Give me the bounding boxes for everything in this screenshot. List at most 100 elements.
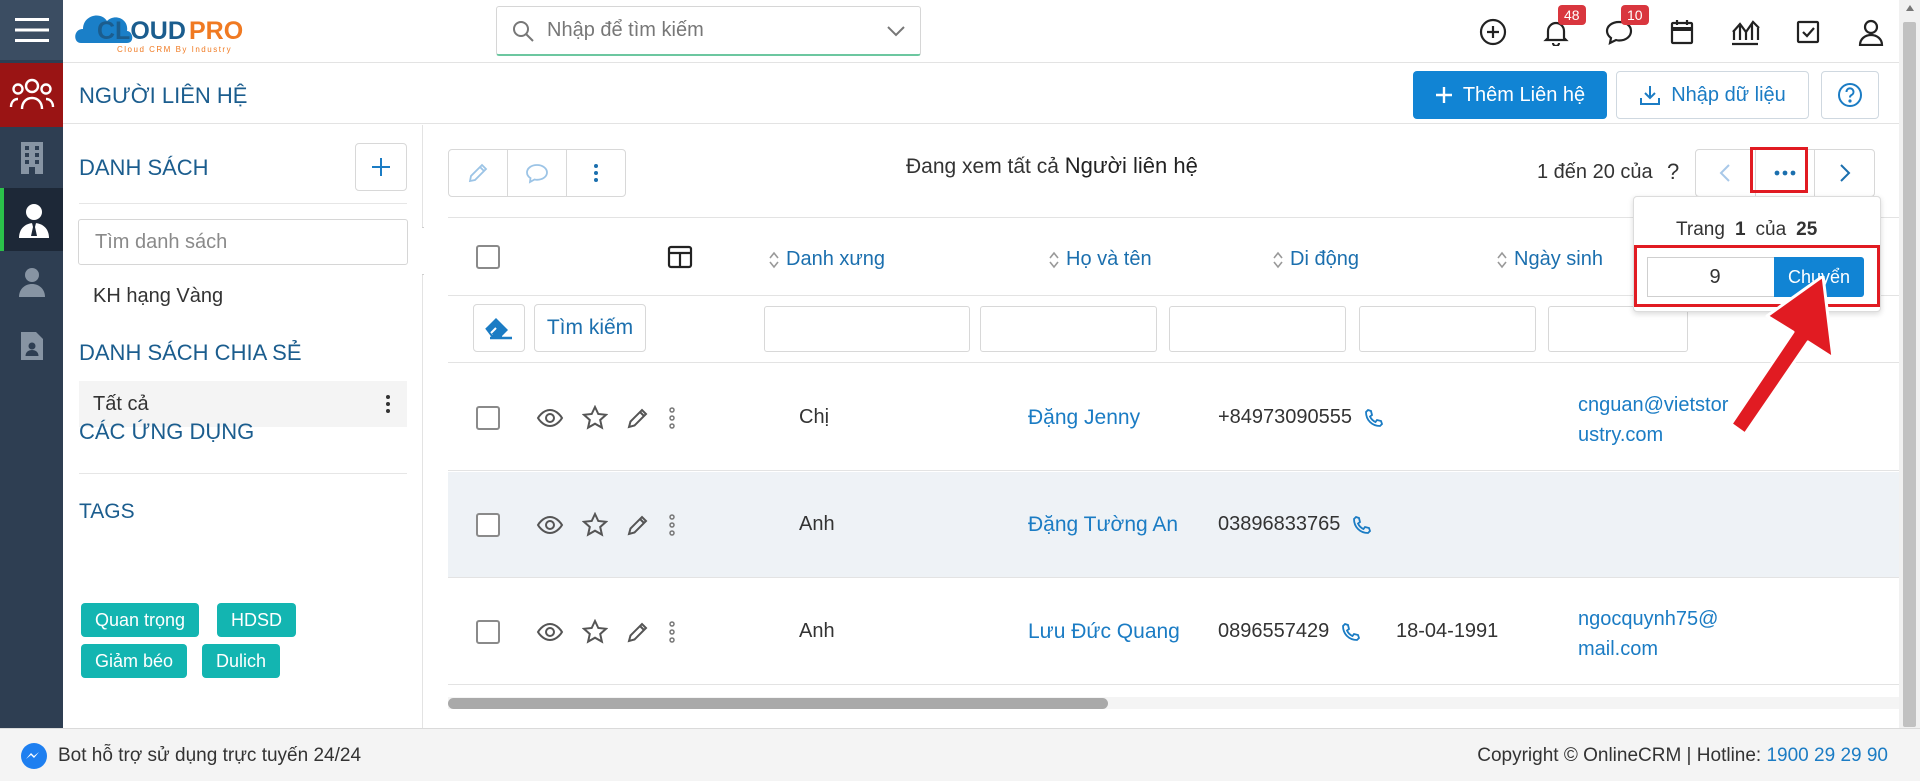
shared-lists-title: DANH SÁCH CHIA SẺ xyxy=(79,340,302,365)
checkbox-icon xyxy=(1796,20,1820,44)
eye-icon[interactable] xyxy=(536,515,564,535)
vertical-scrollbar[interactable] xyxy=(1899,0,1920,728)
mobile-number: 03896833765 xyxy=(1218,513,1341,535)
table-row[interactable]: Anh Lưu Đức Quang 0896557429 18-04-1991 … xyxy=(448,579,1900,685)
import-data-button[interactable]: Nhập dữ liệu xyxy=(1616,71,1809,119)
horizontal-scrollbar-thumb[interactable] xyxy=(448,698,1108,709)
help-button[interactable] xyxy=(1821,71,1879,119)
global-search-input[interactable] xyxy=(547,19,867,42)
plus-icon xyxy=(1435,87,1452,103)
email-line: ustry.com xyxy=(1578,424,1664,446)
rail-contacts-person[interactable] xyxy=(0,188,63,251)
phone-icon[interactable] xyxy=(1341,622,1361,642)
page-total: 25 xyxy=(1796,219,1818,240)
global-search[interactable] xyxy=(496,6,921,56)
cell-salutation: Chị xyxy=(799,406,830,428)
tasks-button[interactable] xyxy=(1790,14,1826,50)
kebab-icon[interactable] xyxy=(668,621,676,643)
cell-fullname[interactable]: Đặng Jenny xyxy=(1028,406,1140,430)
notifications-button[interactable]: 48 xyxy=(1538,5,1586,50)
scroll-up-icon[interactable] xyxy=(1905,4,1915,12)
star-icon[interactable] xyxy=(582,405,608,431)
calendar-button[interactable] xyxy=(1664,14,1700,50)
users-group-icon xyxy=(9,78,54,110)
rail-users[interactable] xyxy=(0,252,63,312)
question-circle-icon xyxy=(1838,83,1862,107)
row-checkbox[interactable] xyxy=(476,620,500,644)
cell-salutation: Anh xyxy=(799,513,835,535)
add-list-button[interactable] xyxy=(355,143,407,191)
rail-contacts[interactable] xyxy=(0,63,63,127)
page-label: Trang xyxy=(1676,219,1725,240)
messages-badge: 10 xyxy=(1621,5,1649,25)
kebab-icon[interactable] xyxy=(385,394,391,414)
copyright: Copyright © OnlineCRM | Hotline: 1900 29… xyxy=(1477,745,1888,767)
cell-email[interactable]: cnguan@vietstor ustry.com xyxy=(1578,390,1728,450)
of-label: của xyxy=(1755,219,1787,240)
shared-list-label: Tất cả xyxy=(93,393,149,415)
page-current: 1 xyxy=(1734,219,1746,240)
document-person-icon xyxy=(20,332,43,360)
row-checkbox[interactable] xyxy=(476,513,500,537)
page-info: Trang 1 của 25 xyxy=(1676,219,1827,241)
rail-organizations[interactable] xyxy=(0,128,63,188)
phone-icon[interactable] xyxy=(1352,515,1372,535)
pointer-arrow-annotation xyxy=(1729,276,1835,436)
plus-icon xyxy=(372,158,390,176)
cell-birthday: 18-04-1991 xyxy=(1396,620,1499,642)
chevron-down-icon[interactable] xyxy=(886,24,906,38)
menu-button[interactable] xyxy=(0,0,63,60)
row-actions xyxy=(536,405,676,431)
building-icon xyxy=(20,142,43,174)
svg-text:CLOUD: CLOUD xyxy=(97,17,186,45)
eye-icon[interactable] xyxy=(536,622,564,642)
chat-bot-link[interactable]: Bot hỗ trợ sử dụng trực tuyến 24/24 xyxy=(20,742,361,770)
star-icon[interactable] xyxy=(582,512,608,538)
quick-create-button[interactable] xyxy=(1475,14,1511,50)
user-profile-button[interactable] xyxy=(1853,14,1889,50)
kebab-icon[interactable] xyxy=(668,407,676,429)
messages-button[interactable]: 10 xyxy=(1601,5,1649,50)
pencil-icon[interactable] xyxy=(626,513,650,537)
copyright-text: Copyright © OnlineCRM | Hotline: xyxy=(1477,745,1767,766)
add-contact-label: Thêm Liên hệ xyxy=(1462,83,1586,106)
tag-giam-beo[interactable]: Giảm béo xyxy=(81,644,188,678)
user-icon xyxy=(1858,19,1884,46)
row-checkbox[interactable] xyxy=(476,406,500,430)
notifications-badge: 48 xyxy=(1558,5,1586,25)
cloudpro-logo[interactable]: CLOUD PRO Cloud CRM By Industry xyxy=(71,3,311,57)
hamburger-icon xyxy=(14,18,49,42)
tag-hdsd[interactable]: HDSD xyxy=(217,603,297,637)
pencil-icon[interactable] xyxy=(626,406,650,430)
phone-icon[interactable] xyxy=(1364,408,1384,428)
star-icon[interactable] xyxy=(582,619,608,645)
mobile-number: 0896557429 xyxy=(1218,620,1330,642)
vertical-scrollbar-thumb[interactable] xyxy=(1903,22,1916,727)
cell-salutation: Anh xyxy=(799,620,835,642)
row-actions xyxy=(536,619,676,645)
add-contact-button[interactable]: Thêm Liên hệ xyxy=(1413,71,1607,119)
divider xyxy=(79,203,407,204)
reports-button[interactable] xyxy=(1727,14,1763,50)
rail-documents[interactable] xyxy=(0,316,63,376)
kebab-icon[interactable] xyxy=(668,514,676,536)
lists-title: DANH SÁCH xyxy=(79,155,209,180)
list-search-input[interactable] xyxy=(78,219,408,265)
cell-fullname[interactable]: Đặng Tường An xyxy=(1028,513,1178,537)
tag-important[interactable]: Quan trọng xyxy=(81,603,200,637)
cell-fullname[interactable]: Lưu Đức Quang xyxy=(1028,620,1180,644)
list-item-vip[interactable]: KH hạng Vàng xyxy=(93,285,223,308)
table-row[interactable]: Chị Đặng Jenny +84973090555 cnguan@viets… xyxy=(448,365,1900,471)
bot-support-text: Bot hỗ trợ sử dụng trực tuyến 24/24 xyxy=(58,745,362,766)
divider xyxy=(79,473,407,474)
tag-dulich[interactable]: Dulich xyxy=(202,644,281,678)
cell-email[interactable]: ngocquynh75@ mail.com xyxy=(1578,604,1718,664)
icon-rail xyxy=(0,0,63,728)
import-data-label: Nhập dữ liệu xyxy=(1671,83,1786,106)
hotline-link[interactable]: 1900 29 29 90 xyxy=(1766,745,1888,766)
plus-circle-icon xyxy=(1479,18,1507,46)
pencil-icon[interactable] xyxy=(626,620,650,644)
svg-text:PRO: PRO xyxy=(189,17,243,45)
table-row[interactable]: Anh Đặng Tường An 03896833765 xyxy=(448,472,1900,578)
eye-icon[interactable] xyxy=(536,408,564,428)
